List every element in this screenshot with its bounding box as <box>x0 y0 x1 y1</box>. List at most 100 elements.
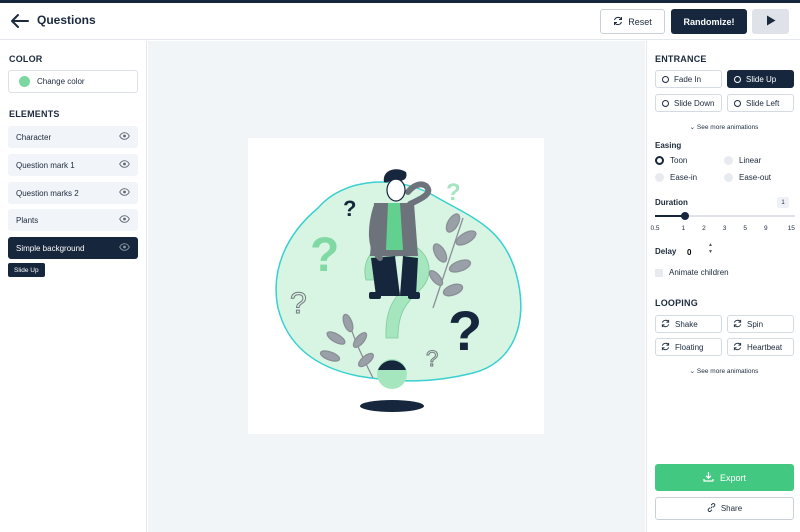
link-icon <box>707 503 716 514</box>
change-color-button[interactable]: Change color <box>8 70 138 93</box>
artboard[interactable]: ? ? ? ? ? ? <box>248 138 544 434</box>
easing-label: Easing <box>655 141 682 150</box>
loop-icon <box>733 319 742 330</box>
looping-heartbeat[interactable]: Heartbeat <box>727 338 794 356</box>
entrance-label: Slide Down <box>674 98 715 108</box>
element-label: Question marks 2 <box>16 188 79 198</box>
easing-ease-out[interactable]: Ease-out <box>724 173 771 182</box>
outline-question-mark-right: ? <box>426 346 438 371</box>
outline-question-mark-left: ? <box>290 287 307 320</box>
small-green-question-mark: ? <box>446 179 461 206</box>
eye-icon[interactable] <box>119 243 130 253</box>
page-title: Questions <box>37 13 96 27</box>
duration-tick: 15 <box>787 225 795 232</box>
element-label: Character <box>16 132 52 142</box>
change-color-label: Change color <box>37 77 85 86</box>
delay-label: Delay <box>655 247 677 256</box>
export-button[interactable]: Export <box>655 464 794 491</box>
entrance-slide-up[interactable]: Slide Up <box>727 70 794 88</box>
entrance-label: Fade In <box>674 74 702 84</box>
circle-icon <box>662 75 669 83</box>
duration-tick: 1 <box>681 225 686 232</box>
duration-value-badge: 1 <box>777 197 789 208</box>
looping-floating[interactable]: Floating <box>655 338 722 356</box>
circle-icon <box>734 99 741 107</box>
randomize-button[interactable]: Randomize! <box>671 9 747 34</box>
delay-input[interactable] <box>687 244 722 260</box>
circle-icon <box>734 75 741 83</box>
eye-icon[interactable] <box>119 215 130 225</box>
element-label: Simple background <box>16 243 85 253</box>
looping-label: Spin <box>747 319 764 329</box>
chevron-down-icon: ⌄ <box>689 124 696 131</box>
duration-tick: 3 <box>722 225 727 232</box>
see-more-label: See more animations <box>696 124 759 131</box>
chevron-down-icon: ⌄ <box>689 368 696 375</box>
duration-label: Duration <box>655 198 688 207</box>
entrance-label: Slide Left <box>746 98 780 108</box>
eye-icon[interactable] <box>119 132 130 142</box>
duration-slider-handle[interactable] <box>681 212 689 220</box>
loop-icon <box>733 342 742 353</box>
looping-label: Shake <box>675 319 698 329</box>
easing-option-label: Linear <box>739 156 762 165</box>
top-bar: Questions Reset Randomize! <box>0 3 800 40</box>
export-label: Export <box>719 472 746 483</box>
duration-tick: 2 <box>702 225 706 232</box>
ground-shadow <box>360 400 424 412</box>
element-item-simple-background[interactable]: Simple background <box>8 237 138 259</box>
easing-option-label: Toon <box>670 156 688 165</box>
see-more-entrance-link[interactable]: ⌄ See more animations <box>647 123 800 131</box>
element-label: Plants <box>16 215 39 225</box>
right-panel: ENTRANCE Fade In Slide Up Slide Down Sli… <box>646 41 800 532</box>
reset-label: Reset <box>628 16 652 27</box>
circle-icon <box>662 99 669 107</box>
animate-children-label: Animate children <box>669 268 729 277</box>
download-icon <box>703 471 714 484</box>
duration-tick: 9 <box>763 225 768 232</box>
see-more-looping-link[interactable]: ⌄ See more animations <box>647 367 800 375</box>
share-button[interactable]: Share <box>655 497 794 520</box>
small-dark-question-mark: ? <box>343 196 356 221</box>
canvas-area: ? ? ? ? ? ? <box>148 41 645 532</box>
animate-children-checkbox[interactable]: Animate children <box>655 268 729 277</box>
dark-question-mark: ? <box>448 299 482 362</box>
easing-ease-in[interactable]: Ease-in <box>655 173 697 182</box>
radio-icon <box>655 173 664 182</box>
eye-icon[interactable] <box>119 160 130 170</box>
illustration: ? ? ? ? ? ? <box>275 169 522 412</box>
easing-toon[interactable]: Toon <box>655 156 687 165</box>
loop-icon <box>661 319 670 330</box>
easing-linear[interactable]: Linear <box>724 156 761 165</box>
looping-shake[interactable]: Shake <box>655 315 722 333</box>
delay-stepper-icon[interactable]: ▲ ▼ <box>708 242 713 256</box>
easing-option-label: Ease-out <box>739 173 772 182</box>
element-item-question-mark-1[interactable]: Question mark 1 <box>8 154 138 176</box>
play-button[interactable] <box>752 9 789 34</box>
back-arrow-icon[interactable] <box>10 12 30 30</box>
duration-tick: 5 <box>743 225 747 232</box>
animation-tag: Slide Up <box>8 263 45 277</box>
eye-icon[interactable] <box>119 188 130 198</box>
looping-spin[interactable]: Spin <box>727 315 794 333</box>
element-label: Question mark 1 <box>16 160 75 170</box>
left-panel: COLOR Change color ELEMENTS Character Qu… <box>0 41 147 532</box>
element-item-plants[interactable]: Plants <box>8 209 138 231</box>
radio-icon <box>655 156 664 165</box>
entrance-slide-left[interactable]: Slide Left <box>727 94 794 112</box>
element-item-question-marks-2[interactable]: Question marks 2 <box>8 182 138 204</box>
element-item-character[interactable]: Character <box>8 126 138 148</box>
color-section-title: COLOR <box>9 54 43 64</box>
checkbox-icon <box>655 268 663 277</box>
entrance-fade-in[interactable]: Fade In <box>655 70 722 88</box>
duration-tick: 0.5 <box>650 225 660 232</box>
see-more-label: See more animations <box>696 368 759 375</box>
reset-button[interactable]: Reset <box>600 9 665 34</box>
easing-option-label: Ease-in <box>670 173 698 182</box>
green-question-mark: ? <box>310 229 339 282</box>
entrance-slide-down[interactable]: Slide Down <box>655 94 722 112</box>
looping-label: Heartbeat <box>747 342 783 352</box>
elements-section-title: ELEMENTS <box>9 109 60 119</box>
looping-label: Floating <box>675 342 704 352</box>
play-icon <box>766 14 776 29</box>
